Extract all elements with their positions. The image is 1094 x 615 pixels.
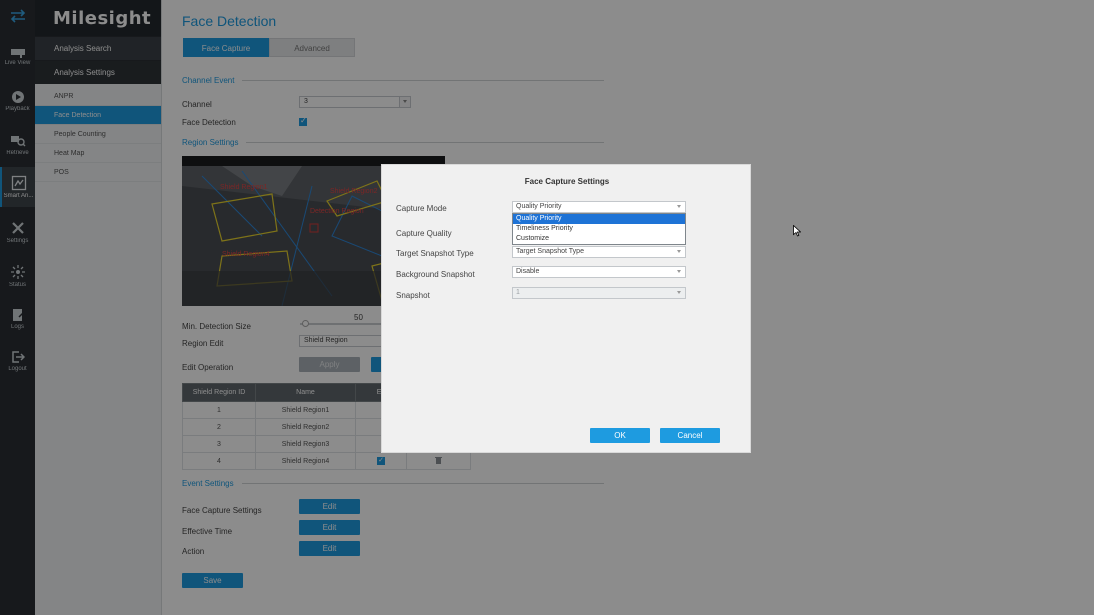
chevron-down-icon [674,267,685,277]
background-snapshot-label: Background Snapshot [396,270,475,279]
dropdown-option-customize[interactable]: Customize [513,234,685,244]
capture-mode-select[interactable]: Quality Priority [512,201,686,213]
target-snapshot-type-value: Target Snapshot Type [516,248,584,255]
cancel-button[interactable]: Cancel [660,428,720,443]
ok-button[interactable]: OK [590,428,650,443]
dropdown-option-timeliness-priority[interactable]: Timeliness Priority [513,224,685,234]
dialog-title: Face Capture Settings [524,177,610,186]
background-snapshot-select[interactable]: Disable [512,266,686,278]
face-capture-settings-dialog: Face Capture Settings Capture Mode Quali… [381,164,751,453]
snapshot-select[interactable]: 1 [512,287,686,299]
capture-mode-value: Quality Priority [516,203,562,210]
capture-mode-label: Capture Mode [396,204,447,213]
snapshot-value: 1 [516,289,520,296]
chevron-down-icon [674,247,685,257]
snapshot-label: Snapshot [396,291,430,300]
chevron-down-icon [674,202,685,212]
target-snapshot-type-select[interactable]: Target Snapshot Type [512,246,686,258]
background-snapshot-value: Disable [516,268,540,275]
capture-mode-dropdown: Quality Priority Timeliness Priority Cus… [512,213,686,245]
target-snapshot-type-label: Target Snapshot Type [396,249,474,258]
chevron-down-icon [674,288,685,298]
dropdown-option-quality-priority[interactable]: Quality Priority [513,214,685,224]
mouse-cursor-icon [793,225,801,237]
capture-quality-label: Capture Quality [396,229,452,238]
